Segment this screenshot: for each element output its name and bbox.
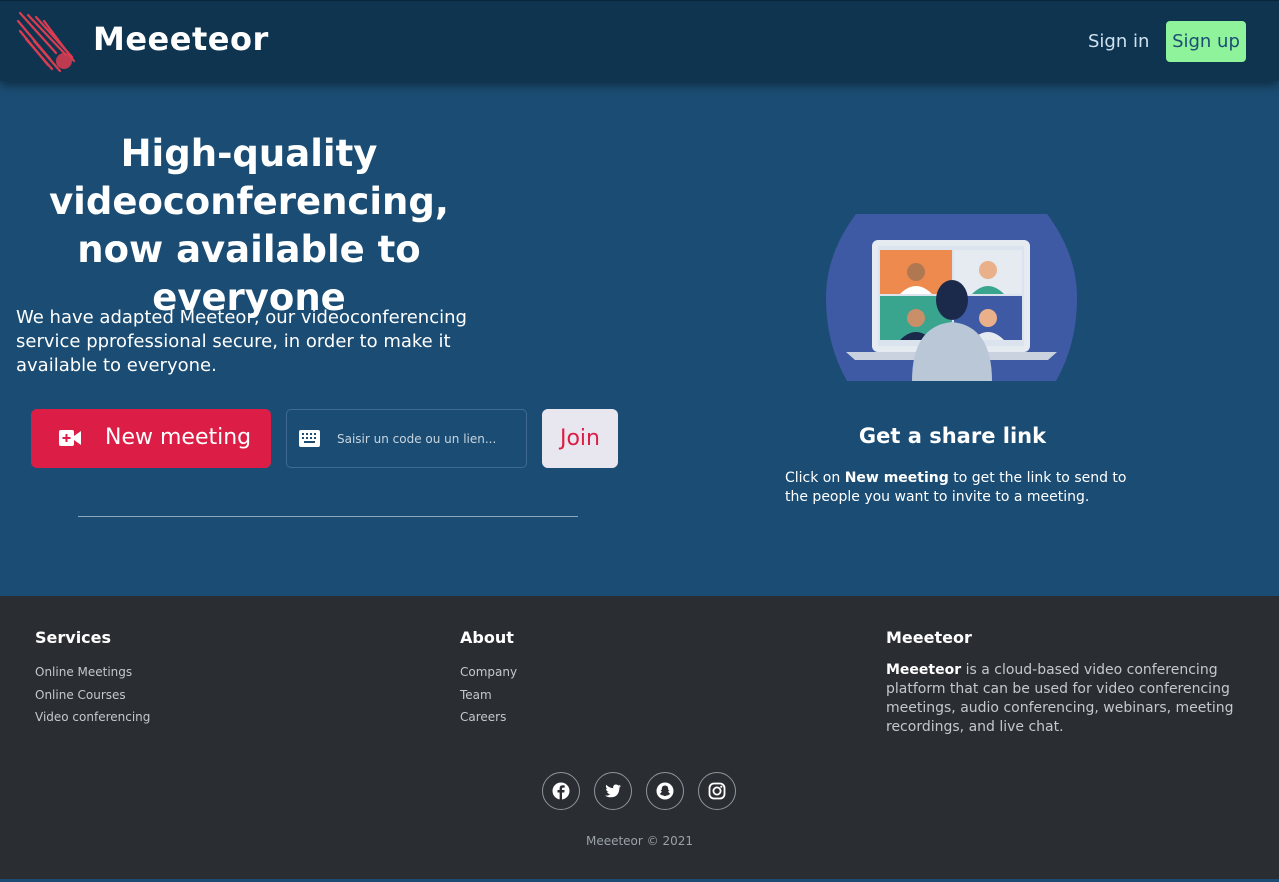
social-links — [542, 772, 737, 810]
hero-description: We have adapted Meeteor, our videoconfer… — [16, 307, 467, 376]
footer-about: About Company Team Careers — [460, 628, 517, 729]
copyright: Meeeteor © 2021 — [585, 834, 694, 848]
brand-name[interactable]: Meeeteor — [93, 20, 269, 58]
footer-brand-bold: Meeeteor — [886, 662, 962, 678]
share-text-prefix: Click on — [785, 470, 841, 486]
sign-in-link[interactable]: Sign in — [1088, 31, 1149, 52]
services-heading: Services — [35, 628, 112, 647]
footer-link-online-meetings[interactable]: Online Meetings — [35, 661, 150, 684]
footer-link-careers[interactable]: Careers — [460, 706, 517, 729]
top-navbar: Meeeteor Sign in Sign up — [0, 0, 1279, 81]
new-meeting-button[interactable]: New meeting — [31, 409, 271, 468]
meeting-code-field[interactable] — [286, 409, 527, 468]
footer-brand-heading: Meeeteor — [886, 628, 972, 647]
facebook-icon — [552, 782, 570, 800]
about-heading: About — [460, 628, 514, 647]
footer-link-video-conferencing[interactable]: Video conferencing — [35, 706, 150, 729]
footer-link-company[interactable]: Company — [460, 661, 517, 684]
snapchat-link[interactable] — [646, 772, 684, 810]
meeting-code-input[interactable] — [337, 425, 517, 453]
twitter-icon — [605, 784, 621, 798]
sign-up-button[interactable]: Sign up — [1166, 21, 1246, 62]
twitter-link[interactable] — [594, 772, 632, 810]
instagram-icon — [708, 782, 726, 800]
facebook-link[interactable] — [542, 772, 580, 810]
instagram-link[interactable] — [698, 772, 736, 810]
share-link-text: Click on New meeting to get the link to … — [785, 469, 1130, 507]
divider — [78, 516, 578, 517]
new-meeting-label: New meeting — [105, 425, 252, 450]
video-call-illustration — [826, 214, 1077, 381]
meteor-logo-icon[interactable] — [16, 11, 78, 73]
share-text-bold: New meeting — [844, 470, 949, 486]
footer-link-online-courses[interactable]: Online Courses — [35, 684, 150, 707]
video-camera-plus-icon — [59, 430, 81, 446]
footer-services: Services Online Meetings Online Courses … — [35, 628, 150, 729]
footer-brand-text: Meeeteor is a cloud-based video conferen… — [886, 661, 1242, 737]
share-link-title: Get a share link — [858, 424, 1047, 448]
keyboard-icon — [299, 430, 320, 447]
snapchat-icon — [656, 782, 674, 800]
hero-title: High-quality videoconferencing, now avai… — [49, 132, 449, 319]
footer-brand: Meeeteor Meeeteor is a cloud-based video… — [886, 628, 1242, 737]
join-button[interactable]: Join — [542, 409, 618, 468]
footer-link-team[interactable]: Team — [460, 684, 517, 707]
